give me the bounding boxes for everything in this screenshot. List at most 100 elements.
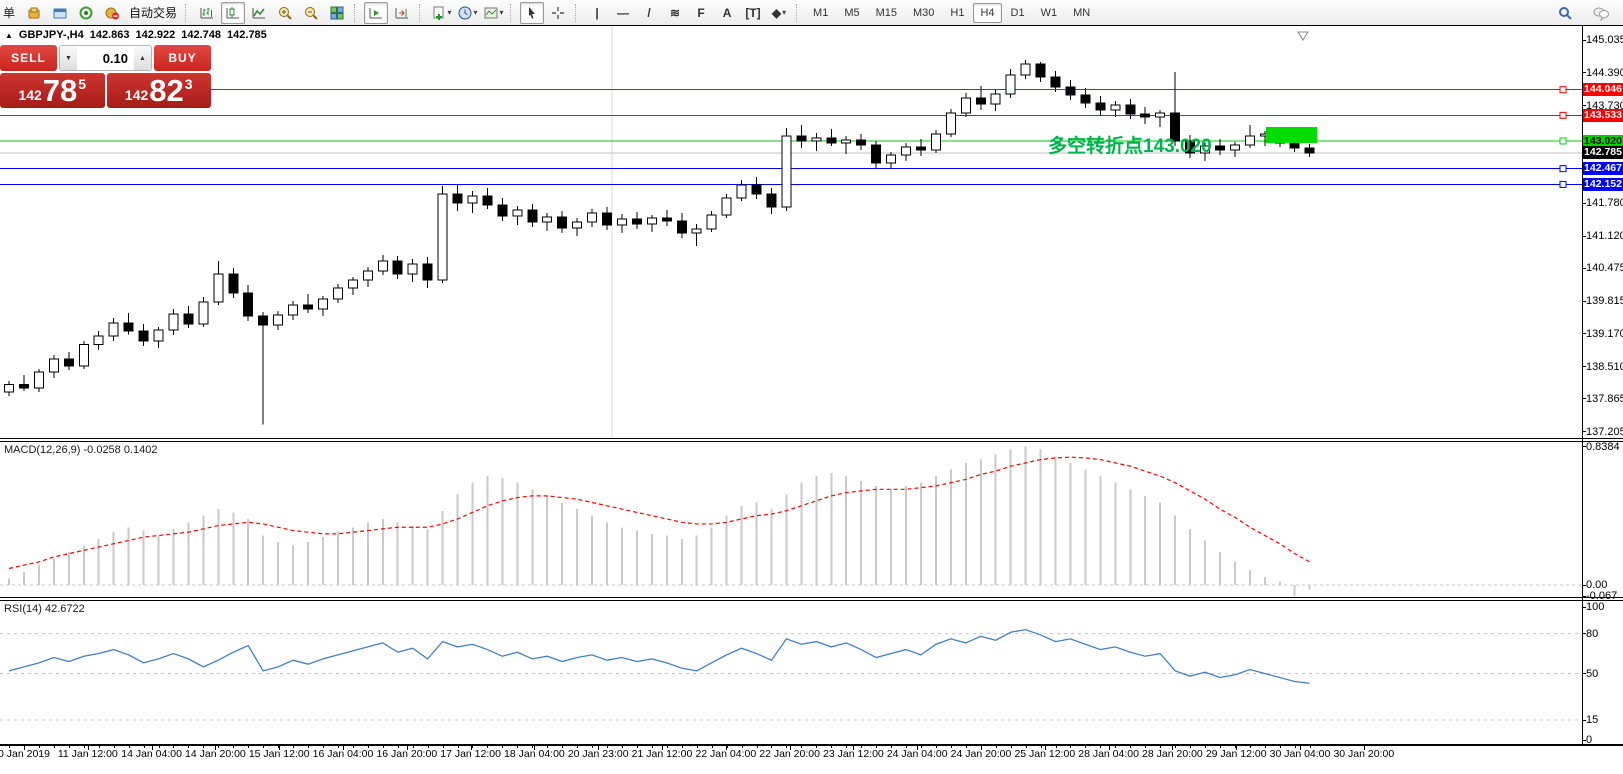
candle	[603, 213, 612, 225]
pane-separator[interactable]	[0, 438, 1623, 439]
level-price-label: 143.533	[1583, 109, 1623, 122]
price-tick-label: 141.780	[1586, 197, 1623, 209]
buy-price-display[interactable]: 142 82 3	[107, 73, 212, 108]
tile-windows-icon[interactable]	[325, 2, 349, 24]
line-handle	[1560, 112, 1566, 118]
buy-button[interactable]: BUY	[154, 45, 211, 71]
timeframe-M30[interactable]: M30	[906, 3, 941, 23]
trend-annotation: 多空转折点143.020	[1048, 134, 1212, 157]
vertical-line-tool[interactable]: |	[585, 2, 609, 24]
toolbar-separator	[185, 4, 190, 22]
line-chart-type-icon[interactable]	[247, 2, 271, 24]
timeframe-D1[interactable]: D1	[1004, 3, 1032, 23]
network-ping-icon[interactable]	[74, 2, 98, 24]
autotrading-icon[interactable]	[100, 2, 124, 24]
new-chart-icon[interactable]: ▾	[429, 2, 453, 24]
line-handle	[1560, 87, 1566, 93]
new-order-icon[interactable]	[22, 2, 46, 24]
dropdown-arrow-icon: ▾	[474, 8, 478, 17]
candle	[363, 271, 372, 280]
collapse-panel-icon[interactable]: ▲	[5, 31, 13, 40]
macd-indicator-pane[interactable]	[0, 442, 1582, 597]
candle	[1230, 145, 1239, 150]
candle	[199, 302, 208, 324]
pane-separator[interactable]	[0, 441, 1623, 442]
equidistant-channel-tool[interactable]: ≋	[663, 2, 687, 24]
pane-separator[interactable]	[0, 600, 1623, 601]
price-tick-label: 137.865	[1586, 393, 1623, 405]
horizontal-line-tool[interactable]: —	[611, 2, 635, 24]
timeframe-MN[interactable]: MN	[1066, 3, 1097, 23]
candle	[19, 385, 28, 389]
candle	[588, 213, 597, 222]
price-chart-pane[interactable]: 多空转折点143.020	[0, 26, 1582, 438]
candle	[34, 372, 43, 388]
timeframe-M15[interactable]: M15	[869, 3, 904, 23]
candle	[393, 261, 402, 274]
candle	[902, 147, 911, 155]
shapes-tool[interactable]: ◆▾	[767, 2, 791, 24]
fibonacci-tool[interactable]: F	[689, 2, 713, 24]
chart-shift-icon[interactable]	[390, 2, 414, 24]
chart-top-border	[0, 25, 1623, 26]
pane-separator[interactable]	[0, 597, 1623, 598]
timeframe-H4[interactable]: H4	[973, 3, 1001, 23]
candle	[214, 274, 223, 302]
candle	[1006, 75, 1015, 94]
volume-input[interactable]	[77, 46, 134, 70]
buy-price-pip: 3	[185, 76, 193, 92]
candle	[1141, 114, 1150, 117]
toolbar-separator	[354, 4, 359, 22]
candle	[468, 196, 477, 203]
price-tick-label: 144.390	[1586, 67, 1623, 79]
candle	[64, 359, 73, 366]
timeframe-M1[interactable]: M1	[806, 3, 835, 23]
bar-chart-type-icon[interactable]	[195, 2, 219, 24]
candle	[782, 136, 791, 207]
rsi-tick-label: 50	[1586, 668, 1598, 680]
sell-button[interactable]: SELL	[0, 45, 57, 71]
candle	[617, 219, 626, 225]
mt4-terminal: 单 自动交易	[0, 0, 1623, 774]
candle	[229, 274, 238, 293]
candle	[1215, 146, 1224, 150]
price-tick-label: 140.475	[1586, 262, 1623, 274]
auto-scroll-icon[interactable]	[364, 2, 388, 24]
sell-price-display[interactable]: 142 78 5	[0, 73, 105, 108]
timeframe-H1[interactable]: H1	[943, 3, 971, 23]
zoom-out-icon[interactable]	[299, 2, 323, 24]
crosshair-icon[interactable]	[546, 2, 570, 24]
text-tool[interactable]: A	[715, 2, 739, 24]
toolbar: 单 自动交易	[0, 0, 1623, 25]
rsi-tick-label: 0	[1586, 734, 1592, 746]
toolbar-separator	[419, 4, 424, 22]
timeframe-W1[interactable]: W1	[1034, 3, 1065, 23]
zoom-in-icon[interactable]	[273, 2, 297, 24]
volume-decrease-button[interactable]: ▼	[60, 46, 77, 70]
cursor-icon[interactable]	[520, 2, 544, 24]
quote-low: 142.748	[181, 29, 221, 41]
candle	[244, 293, 253, 316]
candlestick-chart-type-icon[interactable]	[221, 2, 245, 24]
candle	[1245, 136, 1254, 145]
current-price-label: 142.785	[1583, 146, 1623, 159]
search-icon[interactable]	[1553, 2, 1577, 24]
rsi-indicator-pane[interactable]	[0, 601, 1582, 744]
templates-icon[interactable]: ▾	[481, 2, 505, 24]
timeframe-M5[interactable]: M5	[837, 3, 866, 23]
periods-icon[interactable]: ▾	[455, 2, 479, 24]
candle	[1111, 105, 1120, 110]
volume-increase-button[interactable]: ▲	[134, 46, 151, 70]
autotrading-label[interactable]: 自动交易	[129, 4, 177, 21]
candle	[49, 359, 58, 372]
dropdown-arrow-icon: ▾	[448, 8, 452, 17]
chat-icon[interactable]	[1589, 2, 1613, 24]
price-axis-line	[1582, 25, 1583, 744]
candle	[1066, 87, 1075, 95]
trendline-tool[interactable]: /	[637, 2, 661, 24]
candle	[632, 219, 641, 224]
line-handle	[1560, 138, 1566, 144]
charts-window-icon[interactable]	[48, 2, 72, 24]
new-order-label-fragment[interactable]: 单	[3, 4, 15, 21]
text-label-tool[interactable]: [T]	[741, 2, 765, 24]
